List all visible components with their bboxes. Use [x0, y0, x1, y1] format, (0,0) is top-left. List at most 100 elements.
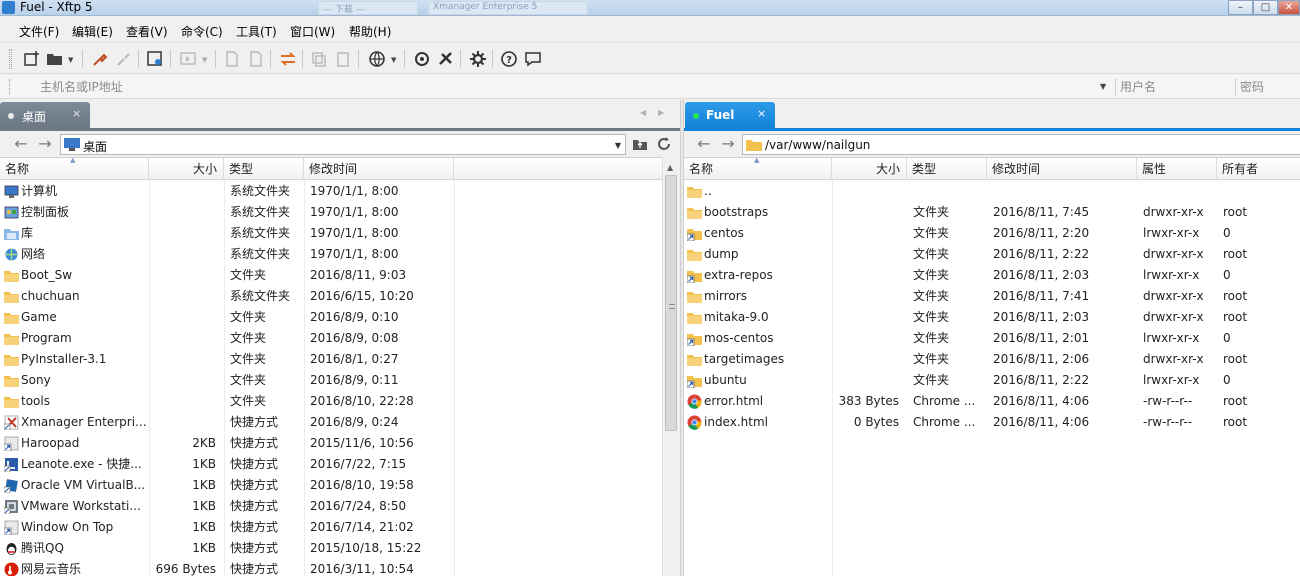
settings-icon[interactable] [468, 49, 488, 69]
table-row[interactable]: Boot_Sw 文件夹 2016/8/11, 9:03 [0, 265, 662, 286]
table-row[interactable]: Program 文件夹 2016/8/9, 0:08 [0, 328, 662, 349]
menu-edit[interactable]: 编辑(E) [72, 23, 113, 40]
table-row[interactable]: VMware Workstati... 1KB 快捷方式 2016/7/24, 8:5… [0, 496, 662, 517]
feedback-icon[interactable] [523, 49, 543, 69]
right-path-bar: ← → /var/www/nailgun [684, 132, 1300, 156]
back-arrow-icon[interactable]: ← [11, 135, 31, 153]
right-file-list[interactable]: 名称 ▲ 大小 类型 修改时间 属性 所有者 .. bootstraps 文件夹 20… [684, 157, 1300, 576]
tab-scroll-left-icon[interactable]: ◀ [640, 108, 646, 117]
back-arrow-icon[interactable]: ← [694, 135, 714, 153]
table-row[interactable]: mitaka-9.0 文件夹 2016/8/11, 2:03 drwxr-xr-x ro… [684, 307, 1300, 328]
background-window-tab[interactable]: Xmanager Enterprise 5 [428, 1, 588, 15]
refresh-icon[interactable] [654, 135, 674, 153]
forward-arrow-icon[interactable]: → [35, 135, 55, 153]
tab-close-button[interactable]: × [72, 107, 81, 120]
table-row[interactable]: Leanote.exe - 快捷... 1KB 快捷方式 2016/7/22, 7:1… [0, 454, 662, 475]
table-row[interactable]: chuchuan 系统文件夹 2016/6/15, 10:20 [0, 286, 662, 307]
session-properties-icon[interactable] [145, 49, 165, 69]
parent-folder-icon[interactable] [630, 135, 650, 153]
table-row[interactable]: 腾讯QQ 1KB 快捷方式 2015/10/18, 15:22 [0, 538, 662, 559]
table-row[interactable]: Window On Top 1KB 快捷方式 2016/7/14, 21:02 [0, 517, 662, 538]
table-row[interactable]: centos 文件夹 2016/8/11, 2:20 lrwxr-xr-x 0 [684, 223, 1300, 244]
table-row[interactable]: 网络 系统文件夹 1970/1/1, 8:00 [0, 244, 662, 265]
sync-icon[interactable] [278, 49, 298, 69]
scroll-up-icon[interactable]: ▲ [667, 163, 673, 172]
menu-command[interactable]: 命令(C) [181, 23, 223, 40]
table-row[interactable]: 控制面板 系统文件夹 1970/1/1, 8:00 [0, 202, 662, 223]
host-input[interactable] [20, 77, 1110, 97]
chevron-down-icon[interactable]: ▼ [202, 56, 207, 64]
left-vertical-scrollbar[interactable]: ▲ [662, 157, 679, 576]
new-file-icon[interactable] [222, 49, 242, 69]
table-row[interactable]: PyInstaller-3.1 文件夹 2016/8/1, 0:27 [0, 349, 662, 370]
menu-window[interactable]: 窗口(W) [290, 23, 335, 40]
file-properties-icon[interactable] [246, 49, 266, 69]
column-header-size[interactable]: 大小 [832, 158, 907, 180]
table-row[interactable]: Oracle VM VirtualB... 1KB 快捷方式 2016/8/10, 1… [0, 475, 662, 496]
table-row[interactable]: 计算机 系统文件夹 1970/1/1, 8:00 [0, 181, 662, 202]
table-row[interactable]: 网易云音乐 696 Bytes 快捷方式 2016/3/11, 10:54 [0, 559, 662, 576]
column-header-modified[interactable]: 修改时间 [987, 158, 1137, 180]
cell-name: 计算机 [21, 184, 58, 198]
left-path-field[interactable]: 桌面 ▼ [60, 134, 626, 155]
right-path-field[interactable]: /var/www/nailgun [742, 134, 1300, 155]
connect-icon[interactable] [90, 49, 110, 69]
table-row[interactable]: Game 文件夹 2016/8/9, 0:10 [0, 307, 662, 328]
background-window-tab[interactable]: — 下载 — [318, 1, 418, 15]
table-row[interactable]: tools 文件夹 2016/8/10, 22:28 [0, 391, 662, 412]
tab-fuel[interactable]: Fuel × [685, 102, 775, 128]
column-header-owner[interactable]: 所有者 [1217, 158, 1300, 180]
table-row[interactable]: index.html 0 Bytes Chrome ... 2016/8/11, 4:… [684, 412, 1300, 433]
column-header-type[interactable]: 类型 [907, 158, 987, 180]
column-header-modified[interactable]: 修改时间 [304, 158, 454, 180]
column-header-type[interactable]: 类型 [224, 158, 304, 180]
menu-view[interactable]: 查看(V) [126, 23, 168, 40]
tab-close-button[interactable]: × [757, 107, 766, 120]
chevron-down-icon[interactable]: ▼ [615, 141, 621, 150]
toolbar-grip[interactable] [9, 49, 12, 69]
table-row[interactable]: targetimages 文件夹 2016/8/11, 2:06 drwxr-xr-x… [684, 349, 1300, 370]
copy-icon[interactable] [309, 49, 329, 69]
column-header-attributes[interactable]: 属性 [1137, 158, 1217, 180]
menu-help[interactable]: 帮助(H) [349, 23, 391, 40]
table-row[interactable]: ubuntu 文件夹 2016/8/11, 2:22 lrwxr-xr-x 0 [684, 370, 1300, 391]
table-row[interactable]: Xmanager Enterpri... 快捷方式 2016/8/9, 0:24 [0, 412, 662, 433]
password-input[interactable] [1240, 77, 1298, 97]
tab-scroll-right-icon[interactable]: ▶ [658, 108, 664, 117]
new-session-icon[interactable] [22, 49, 42, 69]
tab-desktop[interactable]: 桌面 × [0, 102, 90, 128]
table-row[interactable]: error.html 383 Bytes Chrome ... 2016/8/11, … [684, 391, 1300, 412]
disconnect-icon[interactable] [114, 49, 134, 69]
minimize-button[interactable]: – [1228, 0, 1253, 15]
table-row[interactable]: mos-centos 文件夹 2016/8/11, 2:01 lrwxr-xr-x 0 [684, 328, 1300, 349]
table-row[interactable]: bootstraps 文件夹 2016/8/11, 7:45 drwxr-xr-x ro… [684, 202, 1300, 223]
transfer-icon[interactable] [178, 49, 198, 69]
chevron-down-icon[interactable]: ▼ [1100, 82, 1106, 91]
paste-icon[interactable] [333, 49, 353, 69]
globe-icon[interactable] [367, 49, 387, 69]
column-header-size[interactable]: 大小 [149, 158, 224, 180]
chevron-down-icon[interactable]: ▼ [68, 56, 73, 64]
help-icon[interactable]: ? [499, 49, 519, 69]
username-input[interactable] [1120, 77, 1230, 97]
table-row[interactable]: extra-repos 文件夹 2016/8/11, 2:03 lrwxr-xr-x 0 [684, 265, 1300, 286]
table-row[interactable]: mirrors 文件夹 2016/8/11, 7:41 drwxr-xr-x root [684, 286, 1300, 307]
xmanager-icon[interactable] [436, 49, 456, 69]
maximize-button[interactable]: □ [1253, 0, 1278, 15]
forward-arrow-icon[interactable]: → [718, 135, 738, 153]
cell-modified: 2015/11/6, 10:56 [310, 436, 414, 450]
address-bar-grip[interactable] [9, 79, 12, 95]
table-row[interactable]: Sony 文件夹 2016/8/9, 0:11 [0, 370, 662, 391]
left-file-list[interactable]: 名称 ▲ 大小 类型 修改时间 计算机 系统文件夹 1970/1/1, 8:00 控制… [0, 157, 662, 576]
open-folder-icon[interactable] [45, 49, 65, 69]
xshell-icon[interactable] [412, 49, 432, 69]
chevron-down-icon[interactable]: ▼ [391, 56, 396, 64]
table-row[interactable]: .. [684, 181, 1300, 202]
table-row[interactable]: dump 文件夹 2016/8/11, 2:22 drwxr-xr-x root [684, 244, 1300, 265]
menu-file[interactable]: 文件(F) [19, 23, 59, 40]
table-row[interactable]: 库 系统文件夹 1970/1/1, 8:00 [0, 223, 662, 244]
close-window-button[interactable]: ✕ [1278, 0, 1300, 15]
table-row[interactable]: Haroopad 2KB 快捷方式 2015/11/6, 10:56 [0, 433, 662, 454]
scrollbar-thumb[interactable] [665, 175, 677, 431]
menu-tools[interactable]: 工具(T) [236, 23, 277, 40]
